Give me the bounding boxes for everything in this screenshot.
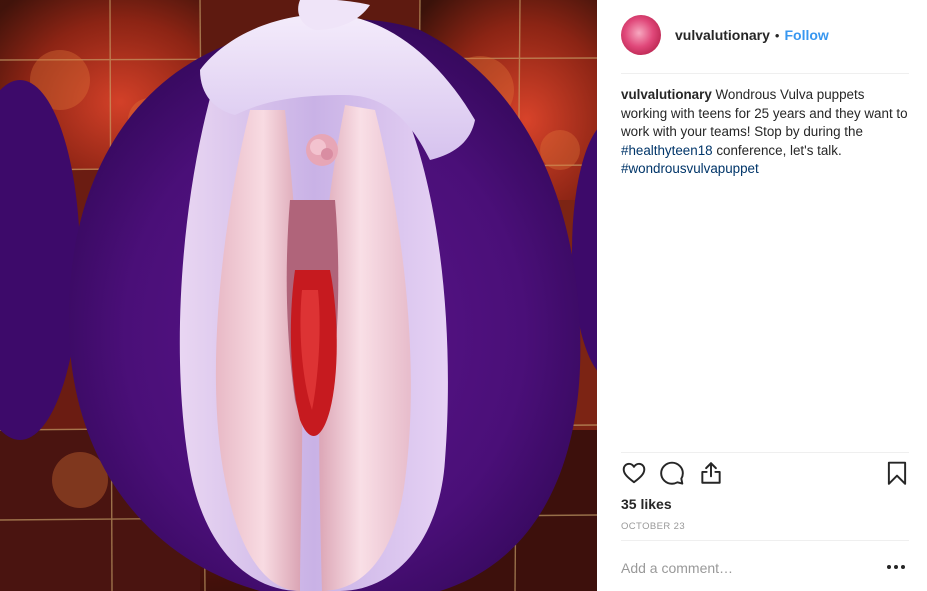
actions-divider [621,452,909,453]
separator-dot: • [774,27,780,43]
more-dot [894,565,898,569]
more-options-icon[interactable] [887,564,905,570]
follow-button[interactable]: Follow [784,27,828,43]
comment-row [621,553,909,583]
post-header: vulvalutionary • Follow [621,14,909,56]
more-dot [901,565,905,569]
hashtag-healthyteen18[interactable]: #healthyteen18 [621,143,713,158]
caption-username[interactable]: vulvalutionary [621,87,712,102]
action-bar [621,460,909,490]
add-comment-input[interactable] [621,560,861,576]
likes-count[interactable]: 35 likes [621,496,672,512]
bookmark-icon[interactable] [884,460,910,486]
caption-text-2: conference, let's talk. [712,142,842,158]
post-caption: vulvalutionary Wondrous Vulva puppets wo… [621,86,909,179]
puppet-photo-illustration [0,0,597,591]
post-details-panel: vulvalutionary • Follow vulvalutionary W… [597,0,927,591]
comment-icon[interactable] [659,460,685,486]
author-username[interactable]: vulvalutionary [675,27,770,43]
share-icon[interactable] [698,460,724,486]
author-avatar[interactable] [621,15,661,55]
heart-icon[interactable] [621,460,647,486]
post-date[interactable]: OCTOBER 23 [621,521,685,532]
more-dot [887,565,891,569]
header-divider [621,73,909,74]
comment-divider [621,540,909,541]
hashtag-wondrousvulvapuppet[interactable]: #wondrousvulvapuppet [621,161,759,176]
post-photo[interactable] [0,0,597,591]
